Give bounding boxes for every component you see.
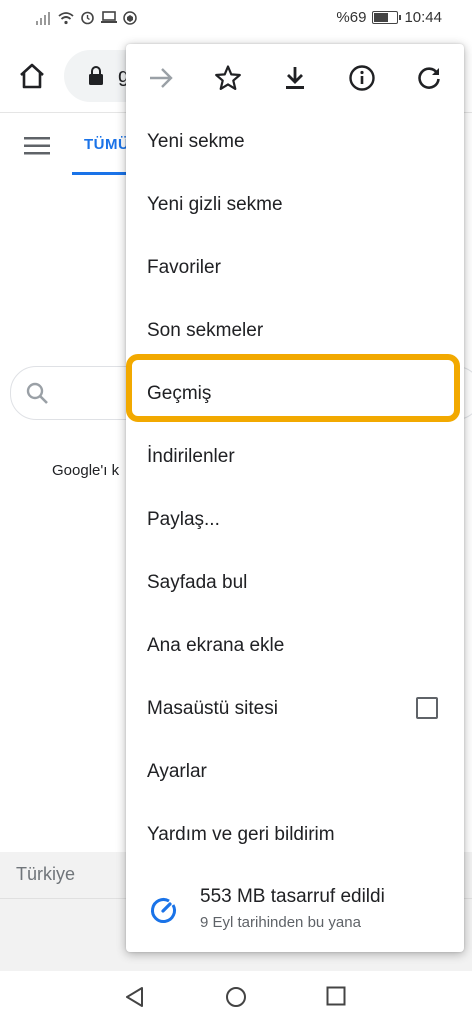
lock-icon bbox=[89, 66, 103, 85]
forward-arrow-icon[interactable] bbox=[147, 64, 175, 92]
menu-item-add-to-home-screen[interactable]: Ana ekrana ekle bbox=[147, 635, 284, 657]
menu-item-bookmarks[interactable]: Favoriler bbox=[147, 257, 221, 279]
download-icon[interactable] bbox=[281, 64, 309, 92]
desktop-site-checkbox[interactable] bbox=[416, 697, 438, 719]
refresh-icon[interactable] bbox=[415, 64, 443, 92]
menu-item-share[interactable]: Paylaş... bbox=[147, 509, 220, 531]
data-saver-icon bbox=[151, 898, 176, 923]
status-bar: %69 10:44 bbox=[0, 0, 472, 40]
data-saver-title[interactable]: 553 MB tasarruf edildi bbox=[200, 886, 385, 908]
home-nav-icon[interactable] bbox=[225, 986, 247, 1008]
alarm-icon bbox=[81, 11, 94, 25]
info-icon[interactable] bbox=[348, 64, 376, 92]
search-icon bbox=[26, 382, 48, 404]
signal-icon bbox=[36, 11, 50, 25]
menu-item-desktop-site[interactable]: Masaüstü sitesi bbox=[147, 698, 278, 720]
wifi-icon bbox=[58, 11, 74, 24]
menu-item-new-tab[interactable]: Yeni sekme bbox=[147, 131, 245, 153]
menu-item-recent-tabs[interactable]: Son sekmeler bbox=[147, 320, 263, 342]
footer-country: Türkiye bbox=[16, 864, 76, 884]
laptop-icon bbox=[101, 11, 117, 23]
system-nav-bar bbox=[0, 972, 472, 1024]
star-icon[interactable] bbox=[214, 64, 242, 92]
menu-item-find-in-page[interactable]: Sayfada bul bbox=[147, 572, 247, 594]
status-icons bbox=[36, 10, 137, 25]
hamburger-menu-icon[interactable] bbox=[24, 136, 50, 156]
battery-icon bbox=[372, 11, 402, 24]
tab-all[interactable]: TÜMÜ bbox=[84, 136, 129, 153]
google-offered-text: Google'ı k bbox=[52, 462, 120, 479]
data-saver-subtitle: 9 Eyl tarihinden bu yana bbox=[200, 914, 361, 931]
menu-item-downloads[interactable]: İndirilenler bbox=[147, 446, 235, 468]
tab-all-underline bbox=[72, 172, 132, 175]
recents-nav-icon[interactable] bbox=[326, 986, 346, 1006]
shield-icon bbox=[123, 10, 137, 25]
clock: 10:44 bbox=[404, 9, 442, 26]
menu-item-history[interactable]: Geçmiş bbox=[147, 383, 211, 405]
back-nav-icon[interactable] bbox=[124, 986, 146, 1008]
battery-percent: %69 bbox=[336, 9, 367, 26]
status-right: %69 10:44 bbox=[336, 9, 442, 26]
menu-item-new-incognito-tab[interactable]: Yeni gizli sekme bbox=[147, 194, 283, 216]
menu-icon-row bbox=[126, 44, 464, 112]
home-icon[interactable] bbox=[16, 60, 48, 92]
chrome-overflow-menu: Yeni sekme Yeni gizli sekme Favoriler So… bbox=[126, 44, 464, 952]
menu-item-settings[interactable]: Ayarlar bbox=[147, 761, 207, 783]
menu-item-help-feedback[interactable]: Yardım ve geri bildirim bbox=[147, 824, 335, 846]
